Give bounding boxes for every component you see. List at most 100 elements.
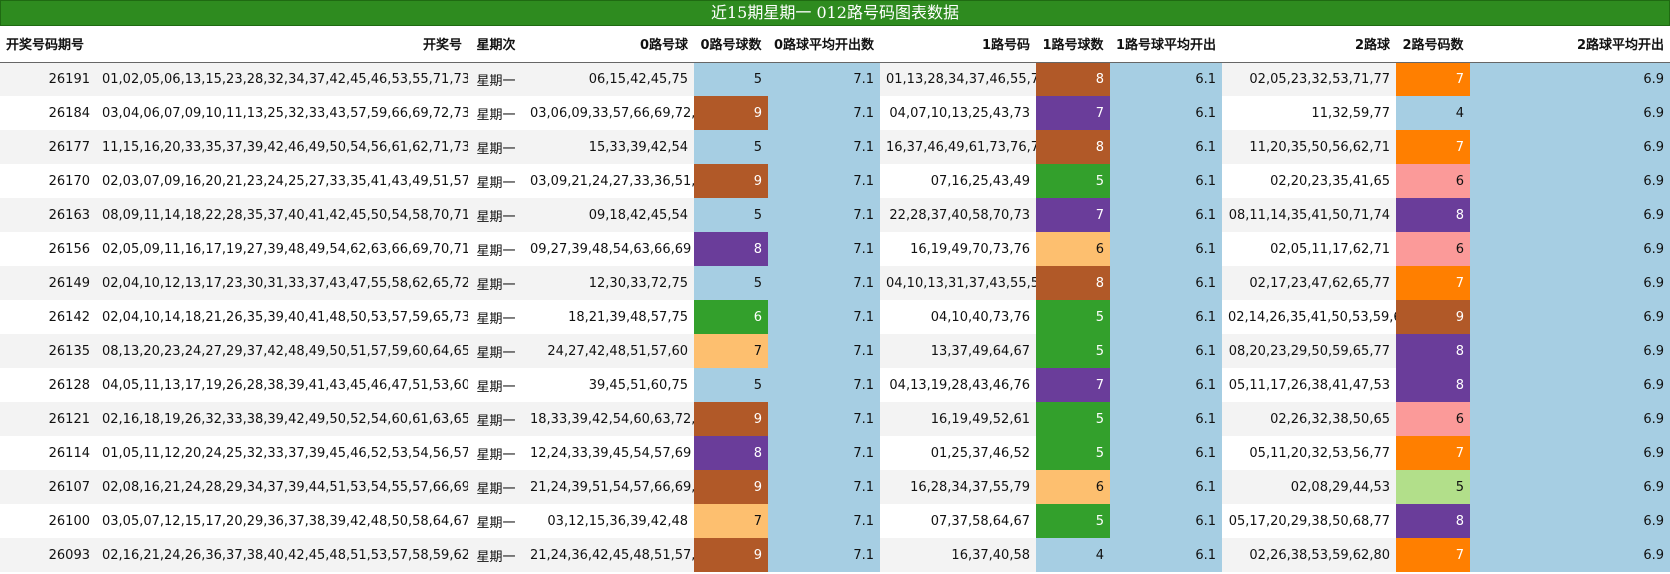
cell-road2-balls: 02,17,23,47,62,65,77 — [1222, 266, 1396, 300]
table-row: 26170 02,03,07,09,16,20,21,23,24,25,27,33… — [0, 164, 1670, 198]
table-title: 近15期星期一 012路号码图表数据 — [0, 0, 1670, 26]
cell-road1-balls: 16,37,40,58 — [880, 538, 1036, 572]
cell-road0-balls: 24,27,42,48,51,57,60 — [524, 334, 694, 368]
cell-weekday: 星期一 — [468, 504, 524, 538]
cell-road0-balls: 18,21,39,48,57,75 — [524, 300, 694, 334]
cell-numbers: 02,16,18,19,26,32,33,38,39,42,49,50,52,5… — [96, 402, 468, 436]
cell-road0-avg: 7.1 — [768, 266, 880, 300]
cell-road1-balls: 07,16,25,43,49 — [880, 164, 1036, 198]
cell-road0-avg: 7.1 — [768, 470, 880, 504]
cell-road0-avg: 7.1 — [768, 402, 880, 436]
cell-road0-balls: 06,15,42,45,75 — [524, 62, 694, 96]
cell-period: 26184 — [0, 96, 96, 130]
table-row: 26135 08,13,20,23,24,27,29,37,42,48,49,50… — [0, 334, 1670, 368]
col-header-road0-avg: 0路球平均开出数 — [768, 26, 880, 63]
cell-road1-balls: 16,28,34,37,55,79 — [880, 470, 1036, 504]
cell-road1-avg: 6.1 — [1110, 96, 1222, 130]
cell-road0-count: 9 — [694, 538, 768, 572]
cell-numbers: 02,08,16,21,24,28,29,34,37,39,44,51,53,5… — [96, 470, 468, 504]
cell-road0-avg: 7.1 — [768, 62, 880, 96]
table-row: 26163 08,09,11,14,18,22,28,35,37,40,41,42… — [0, 198, 1670, 232]
cell-road1-avg: 6.1 — [1110, 470, 1222, 504]
cell-road2-count: 7 — [1396, 62, 1470, 96]
data-table: 开奖号码期号 开奖号 星期次 0路号球 0路号球数 0路球平均开出数 1路号码 … — [0, 26, 1670, 572]
cell-road0-balls: 21,24,36,42,45,48,51,57,69 — [524, 538, 694, 572]
cell-period: 26100 — [0, 504, 96, 538]
col-header-road2-count: 2路号码数 — [1396, 26, 1470, 63]
table-row: 26128 04,05,11,13,17,19,26,28,38,39,41,43… — [0, 368, 1670, 402]
cell-road2-count: 8 — [1396, 504, 1470, 538]
cell-road2-balls: 11,32,59,77 — [1222, 96, 1396, 130]
cell-road1-count: 5 — [1036, 334, 1110, 368]
cell-road0-avg: 7.1 — [768, 368, 880, 402]
cell-road2-avg: 6.9 — [1470, 266, 1670, 300]
cell-road1-balls: 16,19,49,52,61 — [880, 402, 1036, 436]
cell-road0-balls: 03,09,21,24,27,33,36,51,57 — [524, 164, 694, 198]
cell-road0-avg: 7.1 — [768, 164, 880, 198]
cell-road0-balls: 12,24,33,39,45,54,57,69 — [524, 436, 694, 470]
cell-road0-avg: 7.1 — [768, 300, 880, 334]
cell-road2-balls: 02,26,38,53,59,62,80 — [1222, 538, 1396, 572]
cell-road2-avg: 6.9 — [1470, 198, 1670, 232]
cell-period: 26170 — [0, 164, 96, 198]
cell-numbers: 08,13,20,23,24,27,29,37,42,48,49,50,51,5… — [96, 334, 468, 368]
cell-road1-balls: 01,25,37,46,52 — [880, 436, 1036, 470]
cell-road0-count: 5 — [694, 198, 768, 232]
cell-weekday: 星期一 — [468, 470, 524, 504]
cell-road1-balls: 04,10,40,73,76 — [880, 300, 1036, 334]
cell-road1-avg: 6.1 — [1110, 232, 1222, 266]
cell-road0-avg: 7.1 — [768, 232, 880, 266]
cell-period: 26114 — [0, 436, 96, 470]
cell-road0-count: 7 — [694, 334, 768, 368]
cell-road2-count: 6 — [1396, 164, 1470, 198]
cell-road2-balls: 02,05,11,17,62,71 — [1222, 232, 1396, 266]
cell-road0-count: 9 — [694, 96, 768, 130]
table-row: 26121 02,16,18,19,26,32,33,38,39,42,49,50… — [0, 402, 1670, 436]
cell-road1-count: 8 — [1036, 266, 1110, 300]
cell-road2-count: 7 — [1396, 266, 1470, 300]
table-row: 26142 02,04,10,14,18,21,26,35,39,40,41,48… — [0, 300, 1670, 334]
cell-weekday: 星期一 — [468, 62, 524, 96]
cell-road2-balls: 05,17,20,29,38,50,68,77 — [1222, 504, 1396, 538]
cell-weekday: 星期一 — [468, 130, 524, 164]
cell-road1-count: 5 — [1036, 402, 1110, 436]
cell-road2-avg: 6.9 — [1470, 232, 1670, 266]
table-row: 26107 02,08,16,21,24,28,29,34,37,39,44,51… — [0, 470, 1670, 504]
cell-road0-avg: 7.1 — [768, 538, 880, 572]
cell-road1-avg: 6.1 — [1110, 62, 1222, 96]
cell-road1-avg: 6.1 — [1110, 198, 1222, 232]
cell-road2-avg: 6.9 — [1470, 96, 1670, 130]
cell-road2-balls: 02,26,32,38,50,65 — [1222, 402, 1396, 436]
cell-numbers: 02,04,10,12,13,17,23,30,31,33,37,43,47,5… — [96, 266, 468, 300]
table-row: 26114 01,05,11,12,20,24,25,32,33,37,39,45… — [0, 436, 1670, 470]
cell-road1-avg: 6.1 — [1110, 334, 1222, 368]
cell-period: 26142 — [0, 300, 96, 334]
cell-road0-count: 9 — [694, 470, 768, 504]
cell-road0-count: 6 — [694, 300, 768, 334]
cell-numbers: 02,05,09,11,16,17,19,27,39,48,49,54,62,6… — [96, 232, 468, 266]
cell-road1-count: 5 — [1036, 436, 1110, 470]
cell-road1-count: 7 — [1036, 368, 1110, 402]
cell-weekday: 星期一 — [468, 436, 524, 470]
cell-road2-avg: 6.9 — [1470, 164, 1670, 198]
cell-weekday: 星期一 — [468, 368, 524, 402]
cell-road1-avg: 6.1 — [1110, 402, 1222, 436]
cell-road1-avg: 6.1 — [1110, 130, 1222, 164]
cell-road2-avg: 6.9 — [1470, 300, 1670, 334]
cell-weekday: 星期一 — [468, 334, 524, 368]
cell-road2-avg: 6.9 — [1470, 470, 1670, 504]
cell-road2-balls: 02,05,23,32,53,71,77 — [1222, 62, 1396, 96]
cell-road2-balls: 08,20,23,29,50,59,65,77 — [1222, 334, 1396, 368]
cell-road0-balls: 09,18,42,45,54 — [524, 198, 694, 232]
cell-period: 26156 — [0, 232, 96, 266]
cell-road2-balls: 02,20,23,35,41,65 — [1222, 164, 1396, 198]
cell-road2-count: 4 — [1396, 96, 1470, 130]
col-header-period: 开奖号码期号 — [0, 26, 96, 63]
cell-road1-count: 5 — [1036, 504, 1110, 538]
cell-road2-avg: 6.9 — [1470, 538, 1670, 572]
cell-road2-balls: 02,14,26,35,41,50,53,59,65 — [1222, 300, 1396, 334]
cell-road1-count: 4 — [1036, 538, 1110, 572]
cell-period: 26191 — [0, 62, 96, 96]
cell-weekday: 星期一 — [468, 538, 524, 572]
cell-road1-count: 8 — [1036, 130, 1110, 164]
